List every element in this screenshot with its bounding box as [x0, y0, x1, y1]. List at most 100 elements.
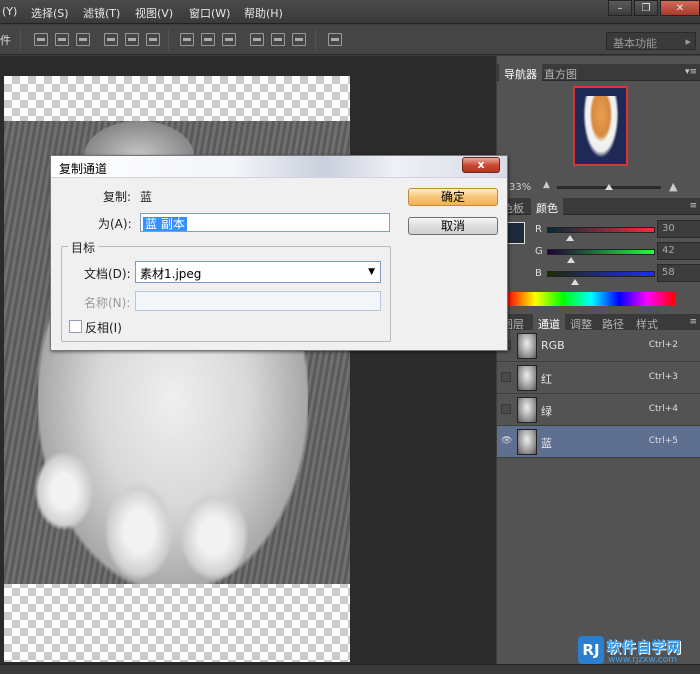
g-value-field[interactable]: 42 — [657, 242, 700, 260]
double-chevron-icon: ▸ — [685, 35, 691, 48]
zoom-in-icon[interactable]: ▲ — [669, 180, 677, 193]
minimize-icon[interactable]: – — [608, 0, 632, 16]
b-slider-thumb[interactable] — [571, 279, 579, 285]
b-label: B — [535, 268, 542, 279]
cancel-button[interactable]: 取消 — [408, 217, 498, 235]
channel-thumbnail — [517, 333, 537, 359]
source-label: 复制: — [103, 190, 132, 204]
status-bar — [0, 664, 700, 674]
canvas-area[interactable] — [0, 56, 496, 664]
channel-shortcut: Ctrl+2 — [648, 340, 678, 350]
align-left-icon[interactable] — [104, 33, 118, 46]
tab-color[interactable]: 颜色 — [531, 198, 563, 215]
tab-styles[interactable]: 样式 — [631, 314, 663, 331]
eye-icon[interactable]: 👁 — [501, 436, 512, 446]
watermark-logo: RJ — [578, 636, 604, 664]
channel-name: 绿 — [541, 405, 552, 418]
color-row-g: G 42 — [533, 242, 700, 264]
r-slider-thumb[interactable] — [566, 235, 574, 241]
channel-shortcut: Ctrl+4 — [648, 404, 678, 414]
as-label: 为(A): — [98, 217, 132, 231]
menu-item-view[interactable]: 视图(V) — [135, 5, 173, 21]
visibility-toggle[interactable] — [501, 372, 511, 382]
as-input[interactable]: 蓝 副本 — [140, 213, 390, 232]
channel-name: 红 — [541, 373, 552, 386]
distribute-top-icon[interactable] — [180, 33, 194, 46]
panel-menu-icon[interactable]: ▾≡ — [685, 67, 697, 77]
navigator-tabs: 导航器 直方图 ▾≡ — [497, 64, 700, 81]
align-top-icon[interactable] — [34, 33, 48, 46]
destination-group-label: 目标 — [68, 239, 99, 256]
invert-label: 反相(I) — [85, 321, 122, 335]
invert-checkbox[interactable] — [69, 320, 82, 333]
close-icon[interactable]: x — [462, 157, 500, 173]
right-panels: 导航器 直方图 ▾≡ 33% ▲ ▲ 色板 颜色 ≡ R 30 G 42 B 5… — [497, 56, 700, 664]
align-bottom-icon[interactable] — [76, 33, 90, 46]
document-select[interactable]: 素材1.jpeg ▼ — [135, 261, 381, 283]
g-slider[interactable] — [547, 249, 655, 255]
tab-navigator[interactable]: 导航器 — [499, 64, 542, 81]
r-label: R — [535, 224, 542, 235]
workspace-select[interactable]: 基本功能 ▸ — [606, 32, 696, 50]
document-select-value: 素材1.jpeg — [140, 267, 202, 281]
color-spectrum-bar[interactable] — [507, 292, 675, 306]
channel-row-red[interactable]: 红 Ctrl+3 — [497, 362, 700, 394]
align-right-icon[interactable] — [146, 33, 160, 46]
distribute-left-icon[interactable] — [250, 33, 264, 46]
dialog-title: 复制通道 — [59, 162, 108, 176]
color-row-r: R 30 — [533, 220, 700, 242]
panel-menu-icon[interactable]: ≡ — [689, 201, 697, 211]
channel-name: RGB — [541, 339, 565, 352]
watermark-title: 软件自学网 — [606, 638, 682, 656]
menu-item-filter[interactable]: 滤镜(T) — [83, 5, 120, 21]
document-label: 文档(D): — [84, 267, 131, 281]
color-row-b: B 58 — [533, 264, 700, 286]
distribute-hcenter-icon[interactable] — [271, 33, 285, 46]
tab-adjustments[interactable]: 调整 — [565, 314, 597, 331]
menu-item-edit[interactable]: (Y) — [2, 5, 17, 18]
align-vcenter-icon[interactable] — [55, 33, 69, 46]
zoom-slider-thumb[interactable] — [605, 184, 613, 190]
name-label: 名称(N): — [84, 296, 131, 310]
tab-paths[interactable]: 路径 — [597, 314, 629, 331]
menu-item-window[interactable]: 窗口(W) — [189, 5, 230, 21]
source-value: 蓝 — [140, 190, 153, 204]
distribute-vcenter-icon[interactable] — [201, 33, 215, 46]
channel-row-rgb[interactable]: RGB Ctrl+2 — [497, 330, 700, 362]
menu-bar: (Y) 选择(S) 滤镜(T) 视图(V) 窗口(W) 帮助(H) – ❐ ✕ — [0, 0, 700, 24]
restore-icon[interactable]: ❐ — [634, 0, 658, 16]
menu-item-select[interactable]: 选择(S) — [31, 5, 69, 21]
panel-menu-icon[interactable]: ≡ — [689, 317, 697, 327]
channel-row-blue[interactable]: 👁 蓝 Ctrl+5 — [497, 426, 700, 458]
b-slider[interactable] — [547, 271, 655, 277]
menu-item-help[interactable]: 帮助(H) — [244, 5, 283, 21]
ok-button[interactable]: 确定 — [408, 188, 498, 206]
channel-thumbnail — [517, 397, 537, 423]
channel-row-green[interactable]: 绿 Ctrl+4 — [497, 394, 700, 426]
options-bar: 件 — [0, 25, 700, 55]
distribute-bottom-icon[interactable] — [222, 33, 236, 46]
b-value-field[interactable]: 58 — [657, 264, 700, 282]
channel-thumbnail — [517, 429, 537, 455]
auto-align-icon[interactable] — [328, 33, 342, 46]
g-slider-thumb[interactable] — [567, 257, 575, 263]
g-label: G — [535, 246, 543, 257]
navigator-thumbnail[interactable] — [573, 86, 628, 166]
visibility-toggle[interactable] — [501, 404, 511, 414]
channel-shortcut: Ctrl+5 — [648, 436, 678, 446]
r-value-field[interactable]: 30 — [657, 220, 700, 238]
options-label: 件 — [0, 34, 11, 47]
zoom-out-icon[interactable]: ▲ — [543, 180, 550, 190]
close-window-icon[interactable]: ✕ — [660, 0, 700, 16]
dialog-titlebar: 复制通道 x — [51, 156, 507, 178]
r-slider[interactable] — [547, 227, 655, 233]
align-hcenter-icon[interactable] — [125, 33, 139, 46]
chevron-down-icon: ▼ — [368, 267, 375, 277]
zoom-slider[interactable] — [557, 184, 661, 190]
tab-histogram[interactable]: 直方图 — [539, 64, 582, 81]
zoom-value[interactable]: 33% — [509, 182, 531, 193]
name-input[interactable] — [135, 291, 381, 311]
distribute-right-icon[interactable] — [292, 33, 306, 46]
channel-thumbnail — [517, 365, 537, 391]
tab-channels[interactable]: 通道 — [533, 314, 565, 331]
